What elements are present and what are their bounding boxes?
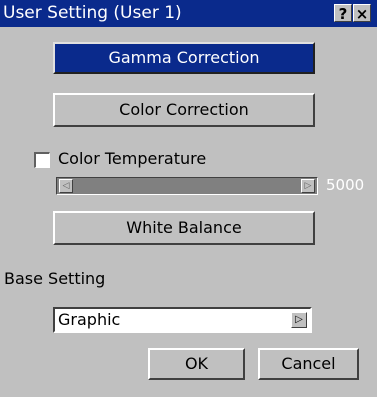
- color-correction-button[interactable]: Color Correction: [53, 93, 315, 127]
- title-bar: User Setting (User 1) ? ×: [0, 0, 377, 27]
- help-icon[interactable]: ?: [334, 4, 352, 23]
- base-setting-label: Base Setting: [4, 269, 106, 288]
- base-setting-value: Graphic: [58, 310, 121, 329]
- color-temperature-label: Color Temperature: [58, 149, 207, 168]
- white-balance-button[interactable]: White Balance: [53, 211, 315, 245]
- ok-button[interactable]: OK: [148, 348, 245, 380]
- window-title: User Setting (User 1): [3, 3, 182, 23]
- color-temperature-value: 5000: [326, 176, 365, 194]
- base-setting-select[interactable]: Graphic ▷: [53, 307, 312, 333]
- color-temperature-checkbox[interactable]: [34, 152, 50, 168]
- slider-right-arrow-icon[interactable]: ▷: [301, 179, 315, 193]
- color-temperature-slider[interactable]: ◁ ▷: [56, 177, 318, 195]
- slider-left-arrow-icon[interactable]: ◁: [59, 179, 73, 193]
- close-icon[interactable]: ×: [353, 4, 371, 23]
- gamma-correction-button[interactable]: Gamma Correction: [53, 42, 315, 74]
- user-setting-dialog: User Setting (User 1) ? × Gamma Correcti…: [0, 0, 377, 397]
- select-right-arrow-icon[interactable]: ▷: [291, 312, 307, 328]
- cancel-button[interactable]: Cancel: [258, 348, 359, 380]
